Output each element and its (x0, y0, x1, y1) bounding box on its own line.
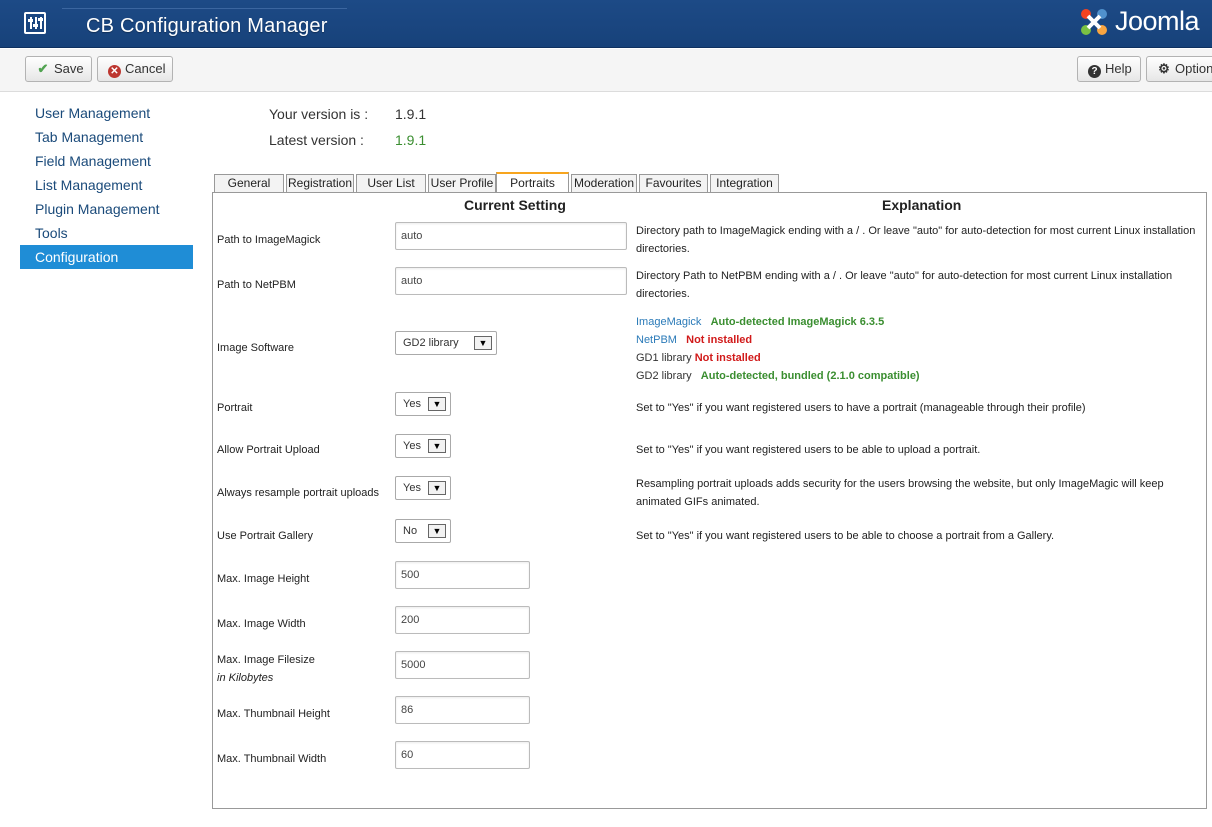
max-image-height-input[interactable]: 500 (395, 561, 530, 589)
sidebar-item-field-management[interactable]: Field Management (20, 149, 193, 173)
portrait-gallery-select[interactable]: No ▼ (395, 519, 451, 543)
chevron-down-icon: ▼ (428, 439, 446, 453)
tab-portraits[interactable]: Portraits (496, 172, 569, 193)
current-setting-heading: Current Setting (464, 197, 566, 213)
chevron-down-icon: ▼ (474, 336, 492, 350)
gd2-status-value: Auto-detected, bundled (2.1.0 compatible… (700, 370, 920, 382)
imagemagick-status: ImageMagick Auto-detected ImageMagick 6.… (636, 315, 884, 329)
portrait-upload-explanation: Set to "Yes" if you want registered user… (636, 444, 981, 456)
cancel-button[interactable]: ✕ Cancel (97, 56, 173, 82)
imagemagick-status-value: Auto-detected ImageMagick 6.3.5 (710, 316, 885, 328)
max-image-height-label: Max. Image Height (217, 573, 310, 585)
toolbar: ✔ Save ✕ Cancel ? Help ⚙ Options (0, 49, 1212, 92)
max-thumbnail-height-input[interactable]: 86 (395, 696, 530, 724)
sidebar-item-tab-management[interactable]: Tab Management (20, 125, 193, 149)
sidebar-item-user-management[interactable]: User Management (20, 101, 193, 125)
tab-general[interactable]: General (214, 174, 284, 193)
tab-favourites[interactable]: Favourites (639, 174, 708, 193)
your-version-label: Your version is : (269, 106, 369, 122)
netpbm-path-label: Path to NetPBM (217, 279, 296, 291)
resample-value: Yes (403, 482, 421, 494)
sidebar: User Management Tab Management Field Man… (20, 101, 193, 269)
joomla-mark-icon (1081, 9, 1107, 35)
max-filesize-sublabel: in Kilobytes (217, 672, 274, 684)
latest-version-label: Latest version : (269, 132, 364, 148)
app-header: CB Configuration Manager Joomla (0, 0, 1212, 48)
cancel-label: Cancel (125, 61, 166, 76)
image-software-select[interactable]: GD2 library ▼ (395, 331, 497, 355)
chevron-down-icon: ▼ (428, 524, 446, 538)
imagemagick-path-label: Path to ImageMagick (217, 234, 321, 246)
netpbm-status-value: Not installed (686, 334, 753, 346)
imagemagick-path-explanation: Directory path to ImageMagick ending wit… (636, 225, 1196, 255)
portrait-gallery-value: No (403, 525, 418, 537)
image-software-value: GD2 library (403, 337, 459, 349)
max-image-width-input[interactable]: 200 (395, 606, 530, 634)
tab-registration[interactable]: Registration (286, 174, 354, 193)
portrait-label: Portrait (217, 402, 253, 414)
help-button[interactable]: ? Help (1077, 56, 1141, 82)
chevron-down-icon: ▼ (428, 397, 446, 411)
gd2-status: GD2 library Auto-detected, bundled (2.1.… (636, 369, 920, 383)
max-thumbnail-height-label: Max. Thumbnail Height (217, 708, 330, 720)
save-button[interactable]: ✔ Save (25, 56, 92, 82)
tab-user-profile[interactable]: User Profile (428, 174, 496, 193)
portrait-gallery-label: Use Portrait Gallery (217, 530, 313, 542)
netpbm-path-input[interactable]: auto (395, 267, 627, 295)
imagemagick-path-input[interactable]: auto (395, 222, 627, 250)
sidebar-item-configuration[interactable]: Configuration (20, 245, 193, 269)
imagemagick-status-name: ImageMagick (636, 316, 702, 328)
explanation-heading: Explanation (882, 197, 962, 213)
gd2-status-name: GD2 library (636, 370, 692, 382)
page-title: CB Configuration Manager (86, 15, 328, 37)
sidebar-item-list-management[interactable]: List Management (20, 173, 193, 197)
image-software-label: Image Software (217, 342, 295, 354)
resample-explanation: Resampling portrait uploads adds securit… (636, 478, 1164, 508)
max-filesize-input[interactable]: 5000 (395, 651, 530, 679)
portrait-value: Yes (403, 398, 421, 410)
portrait-gallery-explanation: Set to "Yes" if you want registered user… (636, 530, 1055, 542)
portrait-upload-label: Allow Portrait Upload (217, 444, 320, 456)
portrait-upload-value: Yes (403, 440, 421, 452)
netpbm-status: NetPBM Not installed (636, 333, 752, 347)
portrait-select[interactable]: Yes ▼ (395, 392, 451, 416)
sidebar-item-plugin-management[interactable]: Plugin Management (20, 197, 193, 221)
save-label: Save (54, 61, 84, 76)
your-version-value: 1.9.1 (395, 106, 427, 122)
title-area: CB Configuration Manager (62, 8, 347, 46)
cancel-icon: ✕ (108, 65, 121, 78)
resample-select[interactable]: Yes ▼ (395, 476, 451, 500)
check-icon: ✔ (37, 61, 49, 76)
latest-version-value: 1.9.1 (395, 132, 427, 148)
control-panel-icon (24, 12, 46, 34)
max-thumbnail-width-input[interactable]: 60 (395, 741, 530, 769)
resample-label: Always resample portrait uploads (217, 487, 380, 499)
max-image-width-label: Max. Image Width (217, 618, 306, 630)
options-label: Options (1175, 61, 1212, 76)
question-icon: ? (1088, 65, 1101, 78)
sidebar-item-tools[interactable]: Tools (20, 221, 193, 245)
tab-moderation[interactable]: Moderation (571, 174, 637, 193)
gd1-status: GD1 library Not installed (636, 351, 761, 365)
gd1-status-value: Not installed (694, 352, 761, 364)
help-label: Help (1105, 61, 1132, 76)
chevron-down-icon: ▼ (428, 481, 446, 495)
tab-user-list[interactable]: User List (356, 174, 426, 193)
options-button[interactable]: ⚙ Options (1146, 56, 1212, 82)
netpbm-path-explanation: Directory Path to NetPBM ending with a /… (636, 270, 1173, 300)
tab-integration[interactable]: Integration (710, 174, 779, 193)
gd1-status-name: GD1 library (636, 352, 692, 364)
max-thumbnail-width-label: Max. Thumbnail Width (217, 753, 327, 765)
portrait-explanation: Set to "Yes" if you want registered user… (636, 402, 1086, 414)
netpbm-status-name: NetPBM (636, 334, 677, 346)
joomla-wordmark: Joomla (1115, 6, 1200, 36)
gear-icon: ⚙ (1158, 61, 1170, 76)
portrait-upload-select[interactable]: Yes ▼ (395, 434, 451, 458)
max-filesize-label: Max. Image Filesize (217, 654, 315, 666)
